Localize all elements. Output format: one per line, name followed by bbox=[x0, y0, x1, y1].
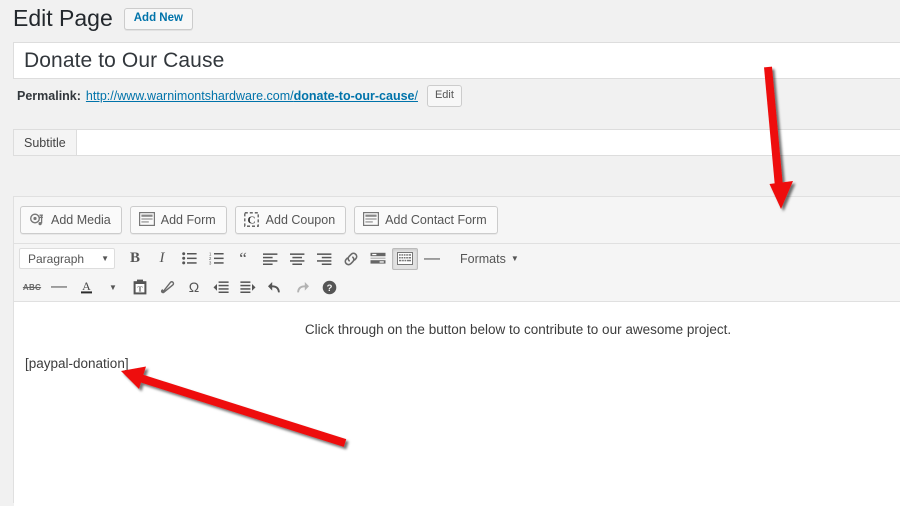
add-media-button[interactable]: Add Media bbox=[20, 205, 122, 235]
svg-text:C: C bbox=[247, 214, 255, 226]
formats-dropdown[interactable]: Formats ▼ bbox=[452, 248, 527, 270]
add-new-button[interactable]: Add New bbox=[123, 7, 193, 31]
keyboard-shortcuts-help-button[interactable]: ? bbox=[316, 276, 342, 298]
align-left-button[interactable] bbox=[257, 248, 283, 270]
svg-text:A: A bbox=[82, 279, 91, 293]
chevron-down-icon: ▼ bbox=[101, 254, 109, 263]
bold-button[interactable]: B bbox=[122, 248, 148, 270]
paste-as-text-button[interactable]: T bbox=[127, 276, 153, 298]
editor-toolbar-row-2: ABC — A ▼ T Ω ? bbox=[14, 273, 900, 301]
form-icon bbox=[138, 212, 155, 228]
permalink-base: http://www.warnimontshardware.com/ bbox=[85, 89, 294, 103]
add-contact-form-label: Add Contact Form bbox=[385, 212, 487, 227]
content-paragraph-shortcode: [paypal-donation] bbox=[25, 356, 129, 371]
add-coupon-label: Add Coupon bbox=[265, 212, 336, 227]
content-paragraph-intro: Click through on the button below to con… bbox=[304, 322, 732, 337]
subtitle-row: Subtitle bbox=[13, 129, 900, 156]
page-header: Edit Page Add New bbox=[13, 2, 193, 36]
editor-toolbar-row-1: Paragraph ▼ B I 1 2 3 “ — Formats ▼ bbox=[14, 243, 900, 273]
svg-text:3: 3 bbox=[209, 261, 212, 265]
paragraph-format-select[interactable]: Paragraph ▼ bbox=[19, 248, 115, 269]
strikethrough-button[interactable]: ABC bbox=[19, 276, 45, 298]
align-center-button[interactable] bbox=[284, 248, 310, 270]
add-contact-form-button[interactable]: Add Contact Form bbox=[354, 205, 498, 235]
add-coupon-button[interactable]: C Add Coupon bbox=[234, 205, 347, 235]
undo-button[interactable] bbox=[262, 276, 288, 298]
read-more-tag-button[interactable] bbox=[365, 248, 391, 270]
horizontal-rule-button[interactable]: — bbox=[419, 248, 445, 270]
subtitle-label: Subtitle bbox=[13, 129, 76, 156]
permalink-edit-button[interactable]: Edit bbox=[426, 85, 462, 107]
coupon-icon: C bbox=[243, 212, 260, 228]
toolbar-toggle-button[interactable] bbox=[392, 247, 418, 270]
numbered-list-button[interactable]: 1 2 3 bbox=[203, 248, 229, 270]
add-form-button[interactable]: Add Form bbox=[129, 205, 227, 235]
svg-text:T: T bbox=[137, 284, 142, 293]
media-buttons-row: Add Media Add Form C Add Coupon Add Cont… bbox=[14, 197, 900, 243]
align-right-button[interactable] bbox=[311, 248, 337, 270]
blockquote-button[interactable]: “ bbox=[230, 248, 256, 270]
text-color-chevron-down-icon[interactable]: ▼ bbox=[100, 276, 126, 298]
italic-button[interactable]: I bbox=[149, 248, 175, 270]
subtitle-input[interactable] bbox=[75, 129, 900, 156]
text-color-button[interactable]: A bbox=[73, 276, 99, 298]
special-character-button[interactable]: Ω bbox=[181, 276, 207, 298]
page-title: Edit Page bbox=[13, 5, 113, 32]
horizontal-line-button[interactable]: — bbox=[46, 276, 72, 298]
clear-formatting-button[interactable] bbox=[154, 276, 180, 298]
decrease-indent-button[interactable] bbox=[208, 276, 234, 298]
contact-form-icon bbox=[363, 212, 380, 228]
media-camera-icon bbox=[29, 212, 45, 228]
permalink-link[interactable]: http://www.warnimontshardware.com/donate… bbox=[86, 89, 418, 103]
permalink-trailing-slash: / bbox=[414, 89, 418, 103]
bulleted-list-button[interactable] bbox=[176, 248, 202, 270]
formats-label: Formats bbox=[460, 251, 506, 266]
insert-link-button[interactable] bbox=[338, 248, 364, 270]
permalink-label: Permalink: bbox=[17, 89, 81, 103]
increase-indent-button[interactable] bbox=[235, 276, 261, 298]
post-title-value: Donate to Our Cause bbox=[24, 48, 225, 72]
post-title-input[interactable]: Donate to Our Cause bbox=[13, 42, 900, 79]
permalink: Permalink: http://www.warnimontshardware… bbox=[17, 85, 462, 107]
redo-button[interactable] bbox=[289, 276, 315, 298]
add-media-label: Add Media bbox=[51, 212, 111, 227]
chevron-down-icon: ▼ bbox=[510, 254, 519, 263]
add-form-label: Add Form bbox=[160, 212, 216, 227]
svg-text:?: ? bbox=[326, 283, 332, 294]
paragraph-format-value: Paragraph bbox=[28, 251, 85, 266]
editor-container: Add Media Add Form C Add Coupon Add Cont… bbox=[13, 196, 900, 506]
editor-content-area[interactable]: Click through on the button below to con… bbox=[14, 301, 900, 506]
permalink-slug: donate-to-our-cause bbox=[293, 89, 415, 103]
left-gutter bbox=[0, 0, 13, 503]
